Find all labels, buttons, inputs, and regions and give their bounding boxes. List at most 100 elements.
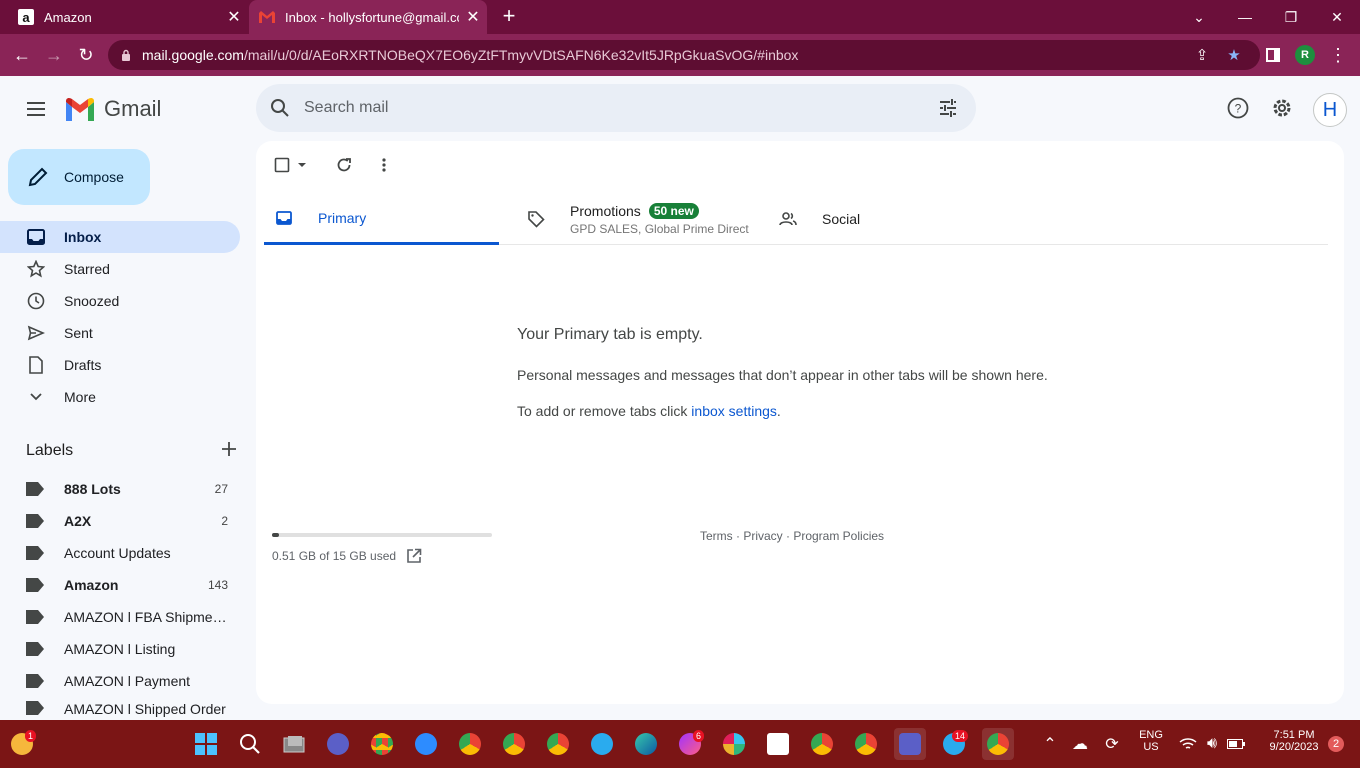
add-label-icon[interactable] [222,441,236,461]
chrome-icon[interactable] [366,728,398,760]
side-panel-icon[interactable] [1260,42,1286,68]
close-tab-icon[interactable]: ✕ [220,7,248,27]
notification-count: 2 [1328,736,1344,752]
sidebar-item-inbox[interactable]: Inbox [0,221,240,253]
forward-button[interactable]: → [41,42,67,68]
label-item[interactable]: AMAZON l Shipped Order [0,697,240,719]
slack-icon[interactable] [718,728,750,760]
new-tab-button[interactable]: + [498,5,520,28]
tab-search-icon[interactable]: ⌄ [1176,0,1222,34]
gmail-logo[interactable]: Gmail [64,96,161,122]
edge-icon[interactable] [630,728,662,760]
lock-icon [122,49,130,61]
close-tab-icon[interactable]: ✕ [459,7,487,27]
address-bar[interactable]: mail.google.com/mail/u/0/d/AEoRXRTNOBeQX… [108,40,1260,70]
select-all-checkbox[interactable] [270,153,294,177]
battery-icon[interactable] [1220,728,1252,760]
chrome-profile-icon[interactable] [542,728,574,760]
weather-badge: 1 [24,730,36,742]
label-item[interactable]: Amazon 143 [0,569,240,601]
telegram-icon[interactable] [586,728,618,760]
windows-taskbar: 1 6 14 ⌃ ☁ ⟳ ENG US 🔊︎ 7:51 PM 9/20/2023… [0,720,1360,768]
chevron-down-icon [26,387,46,407]
task-view-icon[interactable] [278,728,310,760]
chrome-active-icon[interactable] [982,728,1014,760]
search-icon[interactable] [256,98,304,118]
windows-start-icon[interactable] [190,728,222,760]
telegram-icon[interactable]: 14 [938,728,970,760]
chrome-profile-icon[interactable] [850,728,882,760]
zoom-icon[interactable] [410,728,442,760]
minimize-button[interactable]: — [1222,0,1268,34]
chrome-logo-icon [855,733,877,755]
chrome-logo-icon [503,733,525,755]
browser-menu-icon[interactable]: ⋮ [1325,42,1351,68]
main-menu-icon[interactable] [24,97,48,121]
language-indicator[interactable]: ENG US [1134,729,1168,753]
settings-gear-icon[interactable] [1270,96,1294,120]
notification-center-icon[interactable]: 2 [1320,728,1352,760]
sidebar-item-drafts[interactable]: Drafts [0,349,240,381]
promotions-label: Promotions [570,202,641,219]
browser-tab-bar: a Amazon ✕ Inbox - hollysfortune@gmail.c… [0,0,1360,34]
label-tag-icon [26,482,44,496]
help-icon[interactable]: ? [1226,96,1250,120]
weather-widget-icon[interactable]: 1 [6,728,38,760]
search-input[interactable] [304,99,920,117]
refresh-icon[interactable] [332,153,356,177]
people-icon [778,209,798,229]
label-tag-icon [26,546,44,560]
select-dropdown-icon[interactable] [294,153,310,177]
label-count: 143 [207,578,228,592]
share-icon[interactable]: ⇪ [1190,43,1214,67]
chrome-profile-icon[interactable] [454,728,486,760]
more-options-icon[interactable] [372,153,396,177]
browser-tab-gmail[interactable]: Inbox - hollysfortune@gmail.com ✕ [249,0,487,34]
compose-button[interactable]: Compose [8,149,150,205]
messenger-icon[interactable]: 6 [674,728,706,760]
label-item[interactable]: Account Updates [0,537,240,569]
tab-primary[interactable]: Primary [264,193,499,245]
sync-icon[interactable]: ⟳ [1096,728,1128,760]
label-tag-icon [26,514,44,528]
label-item[interactable]: 888 Lots 27 [0,473,240,505]
teams-icon[interactable] [894,728,926,760]
browser-tab-amazon[interactable]: a Amazon ✕ [0,0,248,34]
snipping-tool-icon[interactable] [762,728,794,760]
profile-avatar[interactable]: R [1292,42,1318,68]
pencil-icon [28,167,48,187]
external-link-icon[interactable] [406,548,422,564]
restore-button[interactable]: ❐ [1268,0,1314,34]
chrome-logo-icon [547,733,569,755]
label-item[interactable]: A2X 2 [0,505,240,537]
tab-promotions[interactable]: Promotions 50 new GPD SALES, Global Prim… [526,193,776,245]
account-avatar[interactable]: H [1313,93,1347,127]
inbox-settings-link[interactable]: inbox settings [691,403,777,419]
chrome-profile-icon[interactable] [806,728,838,760]
tab-social[interactable]: Social [778,193,978,245]
search-options-icon[interactable] [920,98,976,118]
bookmark-star-icon[interactable]: ★ [1222,43,1246,67]
sidebar-item-sent[interactable]: Sent [0,317,240,349]
label-count: 27 [214,482,228,496]
footer-links[interactable]: Terms · Privacy · Program Policies [700,529,884,543]
label-item[interactable]: AMAZON l Payment [0,665,240,697]
empty-state: Your Primary tab is empty. Personal mess… [517,326,1217,439]
tray-overflow-icon[interactable]: ⌃ [1034,728,1066,760]
sidebar-item-snoozed[interactable]: Snoozed [0,285,240,317]
label-tag-icon [26,610,44,624]
label-item[interactable]: AMAZON l FBA Shipmen... [0,601,240,633]
label-item[interactable]: AMAZON l Listing [0,633,240,665]
onedrive-icon[interactable]: ☁ [1064,728,1096,760]
sidebar-item-more[interactable]: More [0,381,240,413]
sidebar-item-starred[interactable]: Starred [0,253,240,285]
reload-button[interactable]: ↻ [73,42,99,68]
promotions-senders: GPD SALES, Global Prime Direct [570,221,749,236]
video-call-icon[interactable] [322,728,354,760]
search-icon[interactable] [234,728,266,760]
clock-icon [26,291,46,311]
close-window-button[interactable]: ✕ [1314,0,1360,34]
chrome-logo-icon [371,733,393,755]
chrome-profile-icon[interactable] [498,728,530,760]
back-button[interactable]: ← [9,42,35,68]
